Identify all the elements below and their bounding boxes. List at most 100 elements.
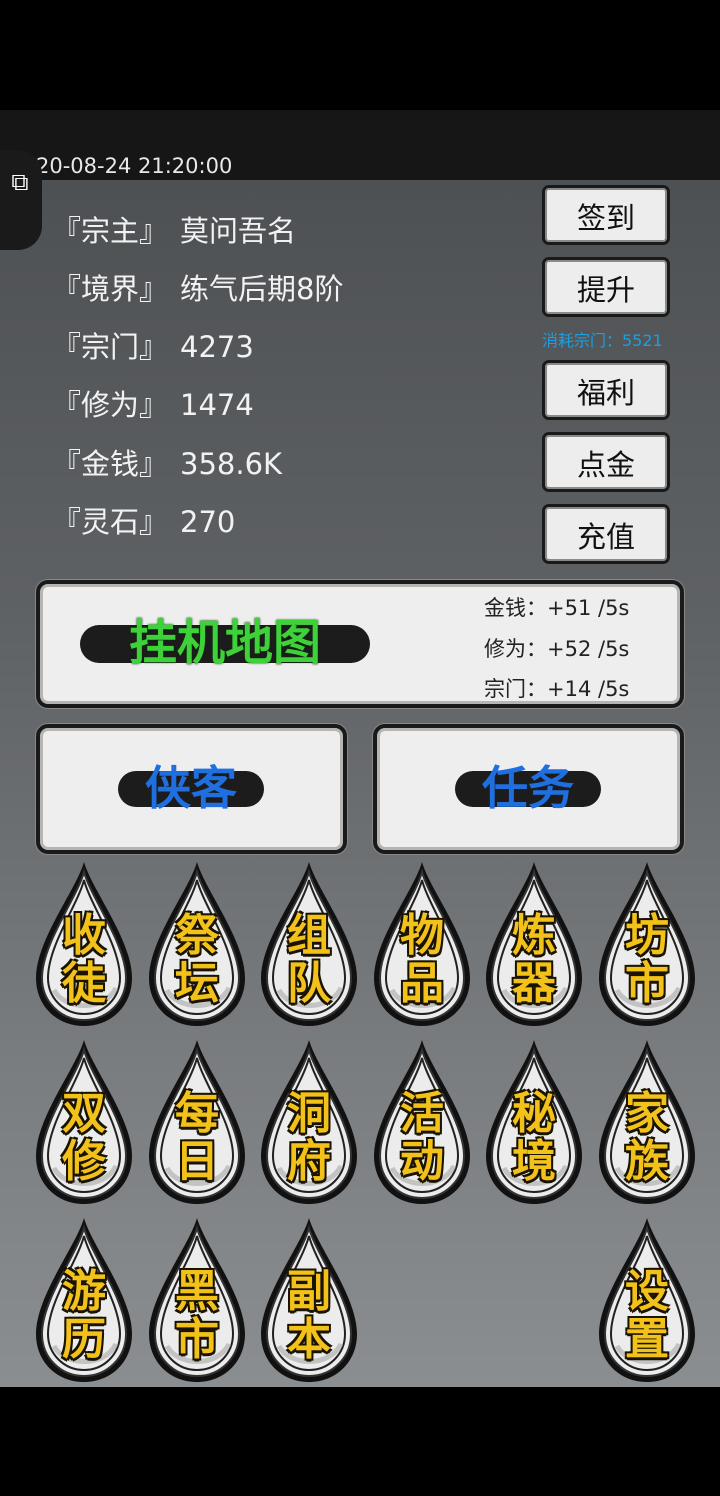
- menu-travel[interactable]: 游历: [34, 1216, 134, 1384]
- menu-daily[interactable]: 每日: [147, 1038, 247, 1206]
- menu-dungeon[interactable]: 副本: [259, 1216, 359, 1384]
- wanderer-label[interactable]: 侠客: [118, 758, 264, 818]
- menu-forge[interactable]: 炼器: [484, 860, 584, 1028]
- menu-settings[interactable]: 设置: [597, 1216, 697, 1384]
- menu-recruit-disciple[interactable]: 收徒: [34, 860, 134, 1028]
- menu-label: 收徒: [34, 912, 134, 1008]
- menu-label-char: 修: [62, 1136, 106, 1187]
- menu-label-char: 副: [287, 1266, 331, 1317]
- menu-altar[interactable]: 祭坛: [147, 860, 247, 1028]
- stat-value: 1474: [180, 388, 254, 422]
- menu-label-char: 徒: [62, 958, 106, 1009]
- menu-label-char: 历: [62, 1314, 106, 1365]
- menu-team[interactable]: 组队: [259, 860, 359, 1028]
- menu-label-char: 炼: [512, 910, 556, 961]
- stat-value: 358.6K: [180, 447, 283, 481]
- stat-spirit-stone: 『灵石』 270: [52, 502, 235, 542]
- menu-label-char: 府: [287, 1136, 331, 1187]
- menu-label: 每日: [147, 1090, 247, 1186]
- menu-dual-cultivation[interactable]: 双修: [34, 1038, 134, 1206]
- stat-key: 『境界』: [52, 272, 169, 306]
- menu-label-char: 队: [287, 958, 331, 1009]
- stat-key: 『金钱』: [52, 447, 169, 481]
- menu-label-char: 黑: [175, 1266, 219, 1317]
- menu-label: 活动: [372, 1090, 472, 1186]
- menu-secret-realm[interactable]: 秘境: [484, 1038, 584, 1206]
- menu-label: 双修: [34, 1090, 134, 1186]
- menu-label-char: 本: [287, 1314, 331, 1365]
- gold-click-button[interactable]: 点金: [542, 432, 670, 492]
- stat-sect: 『宗门』 4273: [52, 327, 254, 367]
- menu-label: 设置: [597, 1268, 697, 1364]
- rate-label: 金钱：: [484, 596, 547, 620]
- mission-label[interactable]: 任务: [455, 758, 601, 818]
- menu-label-char: 坛: [175, 958, 219, 1009]
- rate-money: 金钱：+51 /5s: [448, 592, 629, 622]
- menu-label-char: 市: [625, 958, 669, 1009]
- menu-label-char: 动: [400, 1136, 444, 1187]
- menu-label-char: 日: [175, 1136, 219, 1187]
- stat-value: 4273: [180, 330, 254, 364]
- stat-cultivation: 『修为』 1474: [52, 385, 254, 425]
- menu-label: 坊市: [597, 912, 697, 1008]
- stat-key: 『宗主』: [52, 214, 169, 248]
- menu-label-char: 置: [625, 1314, 669, 1365]
- rate-cultivation: 修为：+52 /5s: [448, 633, 629, 663]
- menu-events[interactable]: 活动: [372, 1038, 472, 1206]
- menu-label: 游历: [34, 1268, 134, 1364]
- upgrade-button[interactable]: 提升: [542, 257, 670, 317]
- recharge-button[interactable]: 充值: [542, 504, 670, 564]
- menu-label-char: 品: [400, 958, 444, 1009]
- menu-label-char: 市: [175, 1314, 219, 1365]
- stat-sect-master: 『宗主』 莫问吾名: [52, 211, 296, 251]
- rate-value: +14 /5s: [547, 677, 630, 701]
- side-drawer-handle[interactable]: [0, 150, 42, 250]
- stat-money: 『金钱』 358.6K: [52, 444, 282, 484]
- stat-value: 练气后期8阶: [180, 272, 344, 306]
- menu-label-char: 组: [287, 910, 331, 961]
- menu-label: 组队: [259, 912, 359, 1008]
- puzzle-piece-icon[interactable]: ⧉: [6, 168, 34, 196]
- menu-cave-dwelling[interactable]: 洞府: [259, 1038, 359, 1206]
- menu-clan[interactable]: 家族: [597, 1038, 697, 1206]
- menu-label-char: 坊: [625, 910, 669, 961]
- stat-key: 『修为』: [52, 388, 169, 422]
- datetime-display: 20-08-24 21:20:00: [36, 154, 233, 178]
- menu-label: 黑市: [147, 1268, 247, 1364]
- menu-label-char: 族: [625, 1136, 669, 1187]
- menu-label-char: 洞: [287, 1088, 331, 1139]
- stat-value: 莫问吾名: [180, 214, 297, 248]
- menu-label-char: 家: [625, 1088, 669, 1139]
- menu-label: 家族: [597, 1090, 697, 1186]
- menu-label-char: 祭: [175, 910, 219, 961]
- welfare-button[interactable]: 福利: [542, 360, 670, 420]
- stat-key: 『灵石』: [52, 505, 169, 539]
- stat-key: 『宗门』: [52, 330, 169, 364]
- menu-black-market[interactable]: 黑市: [147, 1216, 247, 1384]
- stat-value: 270: [180, 505, 236, 539]
- menu-label-char: 游: [62, 1266, 106, 1317]
- menu-label: 副本: [259, 1268, 359, 1364]
- menu-label-char: 器: [512, 958, 556, 1009]
- menu-label: 秘境: [484, 1090, 584, 1186]
- menu-items[interactable]: 物品: [372, 860, 472, 1028]
- menu-label: 物品: [372, 912, 472, 1008]
- rate-value: +51 /5s: [547, 596, 630, 620]
- menu-label-char: 物: [400, 910, 444, 961]
- menu-label-char: 秘: [512, 1088, 556, 1139]
- menu-label: 洞府: [259, 1090, 359, 1186]
- menu-label-char: 设: [625, 1266, 669, 1317]
- rate-label: 修为：: [484, 637, 547, 661]
- menu-label-char: 境: [512, 1136, 556, 1187]
- menu-label: 炼器: [484, 912, 584, 1008]
- sign-in-button[interactable]: 签到: [542, 185, 670, 245]
- game-screen: 20-08-24 21:20:00 ⧉ 『宗主』 莫问吾名 『境界』 练气后期8阶 …: [0, 110, 720, 1387]
- idle-map-label[interactable]: 挂机地图: [80, 613, 370, 673]
- menu-label-char: 收: [62, 910, 106, 961]
- consume-note: 消耗宗门：5521: [542, 331, 663, 350]
- rate-label: 宗门：: [484, 677, 547, 701]
- menu-label-char: 双: [62, 1088, 106, 1139]
- menu-label: 祭坛: [147, 912, 247, 1008]
- menu-market[interactable]: 坊市: [597, 860, 697, 1028]
- rate-value: +52 /5s: [547, 637, 630, 661]
